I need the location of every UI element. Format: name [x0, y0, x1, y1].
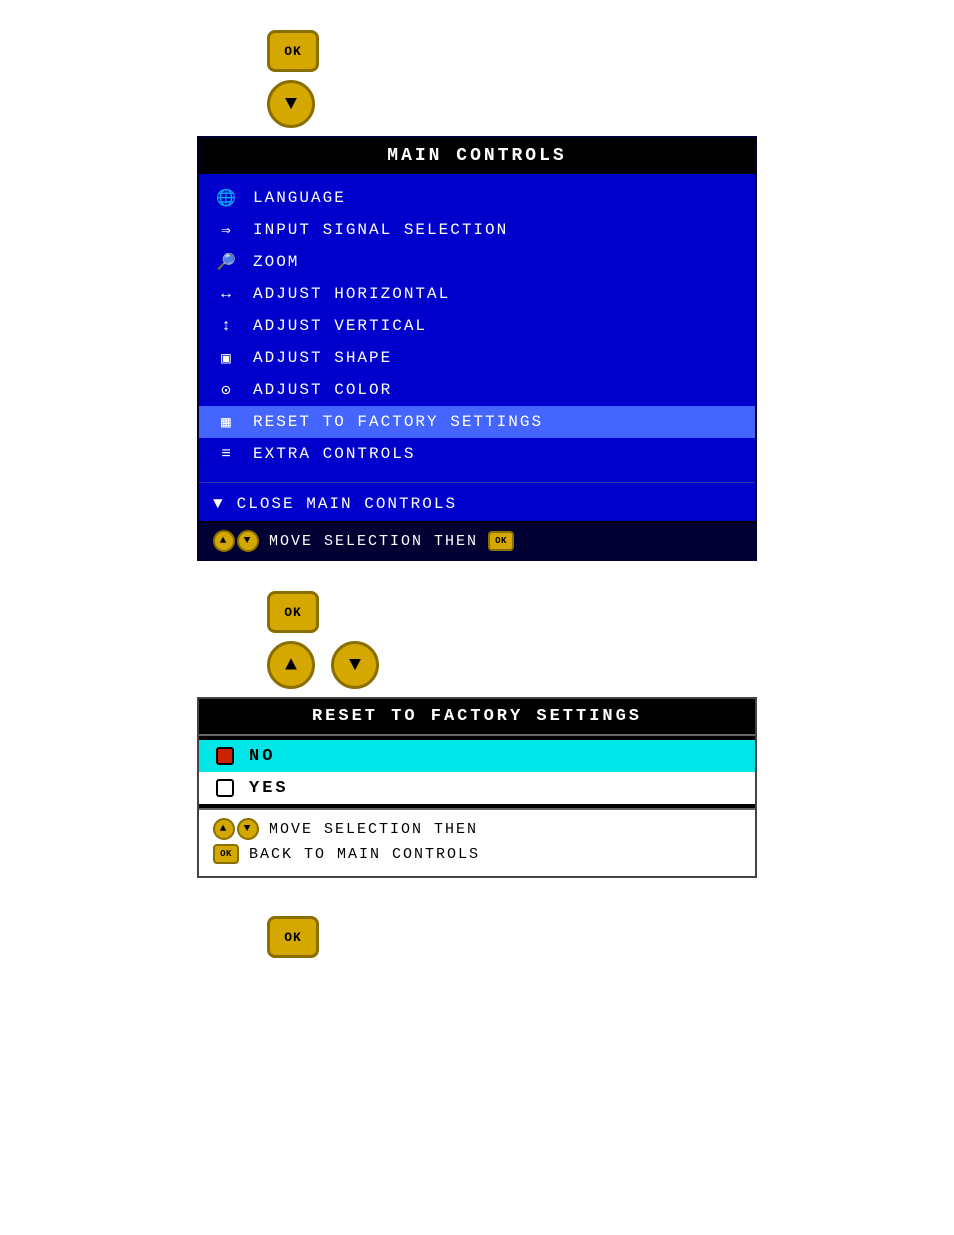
- footer2-nav-icons: ▲ ▼: [213, 818, 259, 840]
- footer-ok-icon: OK: [488, 531, 514, 551]
- reset-submenu-footer: ▲ ▼ MOVE SELECTION THEN OK BACK TO MAIN …: [199, 808, 755, 876]
- close-label: CLOSE MAIN CONTROLS: [237, 495, 457, 513]
- footer2-up-icon: ▲: [213, 818, 235, 840]
- radio-filled-icon: [216, 747, 234, 765]
- section1-arrows: ▼: [197, 80, 757, 128]
- zoom-icon: 🔎: [213, 251, 241, 273]
- main-controls-panel: MAIN CONTROLS 🌐 LANGUAGE ⇒ INPUT SIGNAL …: [197, 136, 757, 561]
- zoom-label: ZOOM: [253, 253, 299, 271]
- reset-submenu-title: RESET TO FACTORY SETTINGS: [199, 699, 755, 736]
- main-menu-footer: ▲ ▼ MOVE SELECTION THEN OK: [199, 521, 755, 559]
- menu-item-zoom[interactable]: 🔎 ZOOM: [199, 246, 755, 278]
- shape-label: ADJUST SHAPE: [253, 349, 392, 367]
- menu-item-language[interactable]: 🌐 LANGUAGE: [199, 182, 755, 214]
- section1-buttons: OK: [197, 30, 757, 72]
- menu-item-input[interactable]: ⇒ INPUT SIGNAL SELECTION: [199, 214, 755, 246]
- ok-button-mid[interactable]: OK: [267, 591, 319, 633]
- section2-ok: OK: [197, 591, 757, 633]
- section2-arrows: ▲ ▼: [197, 641, 757, 689]
- arrow-up-button-mid[interactable]: ▲: [267, 641, 315, 689]
- menu-item-reset[interactable]: ▦ RESET TO FACTORY SETTINGS: [199, 406, 755, 438]
- reset-icon: ▦: [213, 411, 241, 433]
- menu-divider: [199, 482, 755, 483]
- menu-item-extra[interactable]: ≡ EXTRA CONTROLS: [199, 438, 755, 470]
- footer-move-text: MOVE SELECTION THEN: [269, 533, 478, 550]
- color-label: ADJUST COLOR: [253, 381, 392, 399]
- main-controls-title: MAIN CONTROLS: [199, 138, 755, 174]
- input-icon: ⇒: [213, 219, 241, 241]
- reset-label: RESET TO FACTORY SETTINGS: [253, 413, 543, 431]
- language-icon: 🌐: [213, 187, 241, 209]
- menu-item-shape[interactable]: ▣ ADJUST SHAPE: [199, 342, 755, 374]
- footer-down-icon: ▼: [237, 530, 259, 552]
- extra-label: EXTRA CONTROLS: [253, 445, 415, 463]
- extra-icon: ≡: [213, 443, 241, 465]
- ok-button-bottom[interactable]: OK: [267, 916, 319, 958]
- vert-icon: ↕: [213, 315, 241, 337]
- submenu-item-no[interactable]: NO: [199, 740, 755, 772]
- close-main-controls[interactable]: ▼ CLOSE MAIN CONTROLS: [199, 487, 755, 521]
- shape-icon: ▣: [213, 347, 241, 369]
- radio-empty-icon: [216, 779, 234, 797]
- input-label: INPUT SIGNAL SELECTION: [253, 221, 508, 239]
- menu-item-vert[interactable]: ↕ ADJUST VERTICAL: [199, 310, 755, 342]
- footer-line2: OK BACK TO MAIN CONTROLS: [213, 844, 741, 864]
- footer2-back-text: BACK TO MAIN CONTROLS: [249, 846, 480, 863]
- arrow-down-button-top[interactable]: ▼: [267, 80, 315, 128]
- no-icon: [213, 746, 237, 766]
- footer2-ok-icon: OK: [213, 844, 239, 864]
- reset-submenu-items: NO YES: [199, 736, 755, 808]
- horiz-label: ADJUST HORIZONTAL: [253, 285, 450, 303]
- color-icon: ⊙: [213, 379, 241, 401]
- main-menu-items: 🌐 LANGUAGE ⇒ INPUT SIGNAL SELECTION 🔎 ZO…: [199, 174, 755, 478]
- close-arrow-icon: ▼: [213, 495, 225, 513]
- submenu-item-yes[interactable]: YES: [199, 772, 755, 804]
- yes-icon: [213, 778, 237, 798]
- reset-submenu-panel: RESET TO FACTORY SETTINGS NO YES ▲ ▼ MOV…: [197, 697, 757, 878]
- menu-item-horiz[interactable]: ↔ ADJUST HORIZONTAL: [199, 278, 755, 310]
- vert-label: ADJUST VERTICAL: [253, 317, 427, 335]
- footer-nav-icons: ▲ ▼: [213, 530, 259, 552]
- section3-ok: OK: [197, 916, 757, 958]
- arrow-down-button-mid[interactable]: ▼: [331, 641, 379, 689]
- menu-item-color[interactable]: ⊙ ADJUST COLOR: [199, 374, 755, 406]
- horiz-icon: ↔: [213, 283, 241, 305]
- footer2-down-icon: ▼: [237, 818, 259, 840]
- language-label: LANGUAGE: [253, 189, 346, 207]
- footer2-move-text: MOVE SELECTION THEN: [269, 821, 478, 838]
- ok-button-top[interactable]: OK: [267, 30, 319, 72]
- yes-label: YES: [249, 779, 289, 798]
- no-label: NO: [249, 747, 275, 766]
- footer-line1: ▲ ▼ MOVE SELECTION THEN: [213, 818, 741, 840]
- footer-up-icon: ▲: [213, 530, 235, 552]
